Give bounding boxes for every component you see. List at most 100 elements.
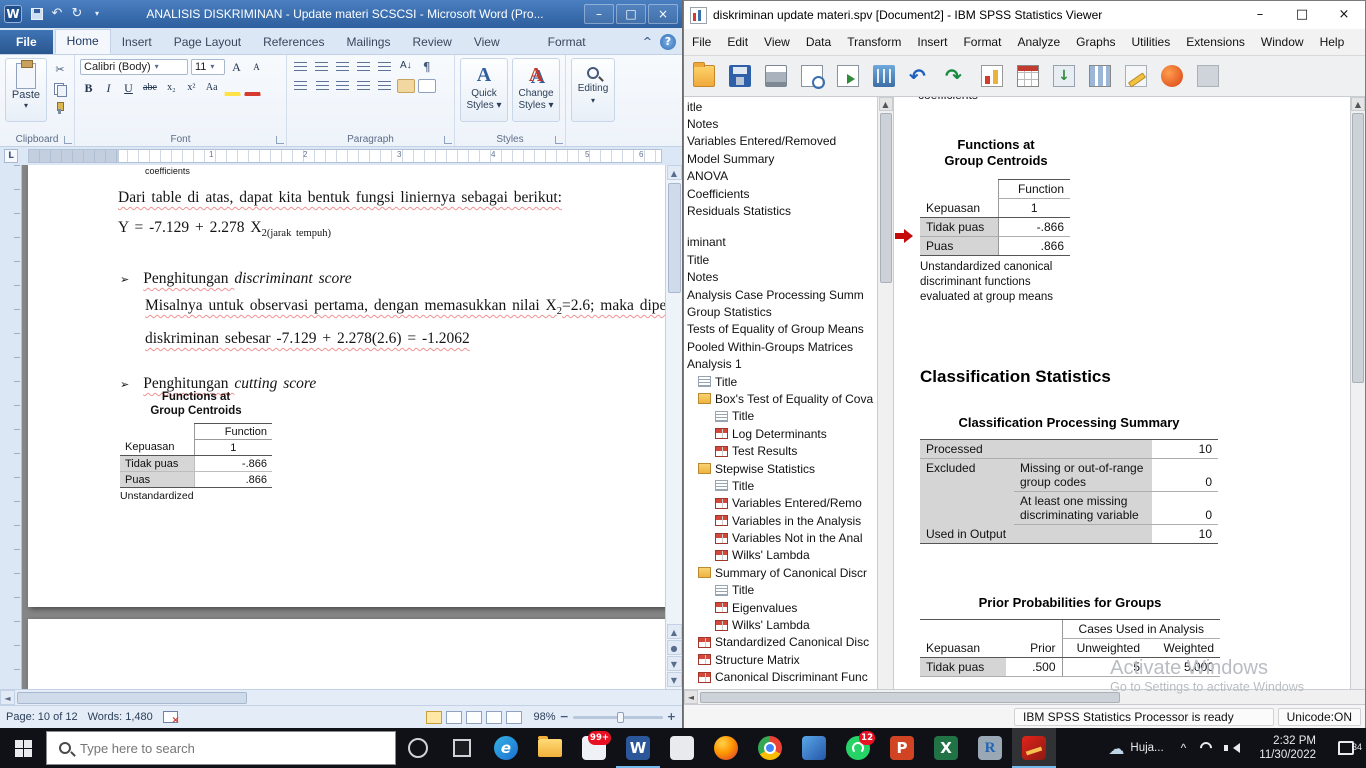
outline-item[interactable]: itle: [684, 98, 877, 115]
network-icon[interactable]: [1198, 740, 1215, 757]
edit-icon[interactable]: [1120, 60, 1152, 92]
align-left-icon[interactable]: [292, 79, 310, 93]
scrollbar-thumb[interactable]: [668, 183, 681, 293]
zoom-in-button[interactable]: [667, 710, 676, 724]
centroids-output[interactable]: Functions atGroup Centroids Function Kep…: [920, 137, 1072, 305]
tab-home[interactable]: Home: [55, 29, 111, 54]
italic-button[interactable]: [100, 79, 117, 96]
file-explorer-icon[interactable]: [528, 728, 572, 768]
prior-probabilities-output[interactable]: Prior Probabilities for Groups Cases Use…: [920, 595, 1220, 677]
align-center-icon[interactable]: [313, 79, 331, 93]
outline-item[interactable]: Standardized Canonical Disc: [684, 634, 877, 651]
zoom-out-button[interactable]: [560, 710, 569, 724]
goto-case-icon[interactable]: [976, 60, 1008, 92]
app-icon-blue[interactable]: [792, 728, 836, 768]
chrome-icon[interactable]: [748, 728, 792, 768]
justify-icon[interactable]: [355, 79, 373, 93]
minimize-button[interactable]: [584, 4, 614, 24]
change-styles-button[interactable]: ChangeStyles ▾: [512, 58, 560, 122]
content-scrollbar[interactable]: [1350, 97, 1365, 689]
strikethrough-button[interactable]: [140, 79, 160, 96]
decrease-indent-icon[interactable]: [355, 60, 373, 74]
hidden-icons-chevron[interactable]: [1174, 741, 1194, 755]
outline-item[interactable]: Analysis Case Processing Summ: [684, 286, 877, 303]
vertical-ruler[interactable]: [0, 165, 22, 689]
outline-item[interactable]: Title: [684, 477, 877, 494]
bullets-icon[interactable]: [292, 60, 310, 74]
borders-icon[interactable]: [418, 79, 436, 93]
print-preview-icon[interactable]: [796, 60, 828, 92]
document-page[interactable]: coefficients Dari table di atas, dapat k…: [28, 165, 682, 607]
menu-help[interactable]: Help: [1312, 30, 1353, 54]
outline-item[interactable]: Coefficients: [684, 185, 877, 202]
outline-item[interactable]: Box's Test of Equality of Cova: [684, 390, 877, 407]
undo-icon[interactable]: [48, 5, 66, 23]
excel-icon[interactable]: [924, 728, 968, 768]
outline-item[interactable]: Wilks' Lambda: [684, 616, 877, 633]
increase-indent-icon[interactable]: [376, 60, 394, 74]
processing-summary-output[interactable]: Classification Processing Summary Proces…: [920, 415, 1218, 544]
styles-dialog-launcher[interactable]: [555, 136, 563, 144]
menu-extensions[interactable]: Extensions: [1178, 30, 1253, 54]
export-viewer-icon[interactable]: [1156, 60, 1188, 92]
select-browse-object-icon[interactable]: [667, 640, 682, 655]
align-right-icon[interactable]: [334, 79, 352, 93]
scroll-up-icon[interactable]: [667, 165, 682, 180]
shading-icon[interactable]: [397, 79, 415, 93]
word-titlebar[interactable]: ANALISIS DISKRIMINAN - Update materi SCS…: [0, 0, 682, 28]
menu-transform[interactable]: Transform: [839, 30, 909, 54]
underline-button[interactable]: [120, 79, 137, 96]
outline-item[interactable]: Title: [684, 582, 877, 599]
menu-data[interactable]: Data: [798, 30, 839, 54]
fullscreen-view-icon[interactable]: [446, 711, 462, 724]
scroll-left-icon[interactable]: [684, 690, 698, 704]
horizontal-ruler[interactable]: 1 2 3 4 5 6: [0, 147, 682, 165]
goto-variable-icon[interactable]: [1012, 60, 1044, 92]
menu-window[interactable]: Window: [1253, 30, 1312, 54]
menu-format[interactable]: Format: [955, 30, 1009, 54]
outline-item[interactable]: Analysis 1: [684, 355, 877, 372]
tab-stop-selector[interactable]: [4, 149, 18, 163]
cut-icon[interactable]: [51, 62, 69, 78]
word-taskbar-icon[interactable]: [616, 728, 660, 768]
next-page-icon[interactable]: [667, 656, 682, 671]
text-highlight-button[interactable]: [224, 79, 241, 96]
editing-button[interactable]: Editing: [571, 58, 615, 122]
outline-item[interactable]: Tests of Equality of Group Means: [684, 321, 877, 338]
scroll-up-icon[interactable]: [1351, 97, 1365, 111]
task-view-icon[interactable]: [440, 728, 484, 768]
format-painter-icon[interactable]: [51, 100, 69, 116]
outline-item[interactable]: Test Results: [684, 442, 877, 459]
outline-item[interactable]: Variables Entered/Removed: [684, 133, 877, 150]
outline-item[interactable]: Title: [684, 373, 877, 390]
undo-icon[interactable]: [904, 60, 936, 92]
recall-dialogs-icon[interactable]: [868, 60, 900, 92]
zoom-slider[interactable]: [573, 716, 663, 719]
whatsapp-icon[interactable]: 12: [836, 728, 880, 768]
tab-view[interactable]: View: [463, 31, 511, 54]
line-spacing-icon[interactable]: [376, 79, 394, 93]
outline-item[interactable]: Model Summary: [684, 150, 877, 167]
spss-taskbar-icon[interactable]: [1012, 728, 1056, 768]
outline-item[interactable]: Residuals Statistics: [684, 202, 877, 219]
font-name-select[interactable]: Calibri (Body): [80, 59, 188, 75]
minimize-ribbon-icon[interactable]: [643, 35, 652, 49]
grow-font-button[interactable]: [228, 58, 245, 75]
outline-item[interactable]: Variables Entered/Remo: [684, 495, 877, 512]
menu-graphs[interactable]: Graphs: [1068, 30, 1123, 54]
outline-item[interactable]: Eigenvalues: [684, 599, 877, 616]
previous-page-icon[interactable]: [667, 624, 682, 639]
outline-item[interactable]: Variables Not in the Anal: [684, 529, 877, 546]
outline-item[interactable]: Title: [684, 408, 877, 425]
powerpoint-icon[interactable]: [880, 728, 924, 768]
shrink-font-button[interactable]: [248, 58, 265, 75]
tab-insert[interactable]: Insert: [111, 31, 163, 54]
cortana-icon[interactable]: [396, 728, 440, 768]
r-icon[interactable]: [968, 728, 1012, 768]
firefox-icon[interactable]: [704, 728, 748, 768]
clipboard-dialog-launcher[interactable]: [64, 136, 72, 144]
web-layout-view-icon[interactable]: [466, 711, 482, 724]
copy-icon[interactable]: [51, 81, 69, 97]
export-icon[interactable]: [832, 60, 864, 92]
outline-item[interactable]: ANOVA: [684, 168, 877, 185]
